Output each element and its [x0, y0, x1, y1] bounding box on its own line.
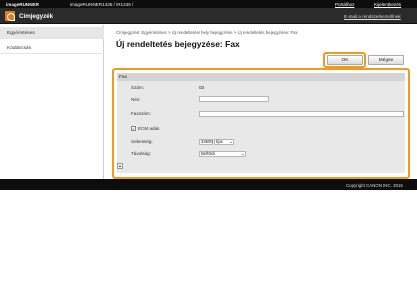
page-title: Új rendeltetés bejegyzése: Fax — [116, 39, 240, 49]
sidebar: Egyérintéses Kódtárcsás — [0, 25, 104, 179]
top-bar: imageRUNNER imageRUNNER1435 / iR1435 / P… — [0, 0, 417, 8]
number-label: Szám: — [131, 85, 145, 90]
cancel-button[interactable]: Mégse — [368, 55, 404, 65]
name-field[interactable] — [199, 96, 269, 102]
sidebar-item-coded-dial[interactable]: Kódtárcsás — [0, 42, 104, 54]
section-title: Fax — [117, 73, 405, 81]
distance-value: Belföldi — [201, 151, 215, 156]
ok-button[interactable]: OK — [327, 55, 363, 65]
fax-number-field[interactable] — [199, 111, 404, 117]
distance-label: Távolság: — [131, 151, 151, 156]
distance-select[interactable]: Belföldi — [199, 151, 246, 157]
form-highlight: Fax Szám: 03 Név: Faxszám: ✓ ECM adás Se… — [112, 68, 410, 179]
copyright-text: Copyright CANON INC. 2015 — [346, 182, 403, 188]
address-book-icon — [5, 11, 15, 21]
speed-label: Sebesség: — [131, 139, 153, 144]
speed-value: 33600 — [201, 139, 213, 144]
back-to-top-icon[interactable] — [117, 163, 123, 169]
footer: Copyright CANON INC. 2015 — [0, 179, 417, 190]
ecm-label: ECM adás — [138, 126, 160, 131]
title-bar: Címjegyzék E-mail a rendszerkezelőnek — [0, 8, 417, 24]
sidebar-item-label: Kódtárcsás — [7, 45, 31, 51]
chevron-down-icon — [229, 142, 232, 143]
brand-label: imageRUNNER — [6, 1, 39, 7]
app-title: Címjegyzék — [19, 12, 54, 20]
number-value: 03 — [199, 85, 205, 90]
chevron-down-icon — [241, 154, 244, 155]
logout-link[interactable]: Kijelentkezés — [374, 2, 401, 7]
breadcrumb: Címjegyzék: Egyérintéses > Új rendelteté… — [116, 30, 298, 35]
fax-settings-panel: Fax Szám: 03 Név: Faxszám: ✓ ECM adás Se… — [117, 73, 405, 173]
speed-unit: bps — [216, 139, 223, 144]
portal-link[interactable]: Portálhoz — [335, 2, 354, 7]
device-model-label: imageRUNNER1435 / iR1435 / — [70, 1, 134, 7]
main-content: Címjegyzék: Egyérintéses > Új rendelteté… — [105, 25, 417, 179]
fax-number-label: Faxszám: — [131, 111, 151, 116]
sidebar-item-one-touch[interactable]: Egyérintéses — [0, 27, 104, 39]
speed-unit-select[interactable]: bps — [214, 139, 234, 145]
sidebar-item-label: Egyérintéses — [7, 30, 35, 36]
speed-select[interactable]: 33600 — [199, 139, 213, 145]
mail-admin-link[interactable]: E-mail a rendszerkezelőnek — [344, 14, 401, 19]
ecm-checkbox[interactable]: ✓ — [131, 126, 136, 131]
name-label: Név: — [131, 97, 141, 102]
